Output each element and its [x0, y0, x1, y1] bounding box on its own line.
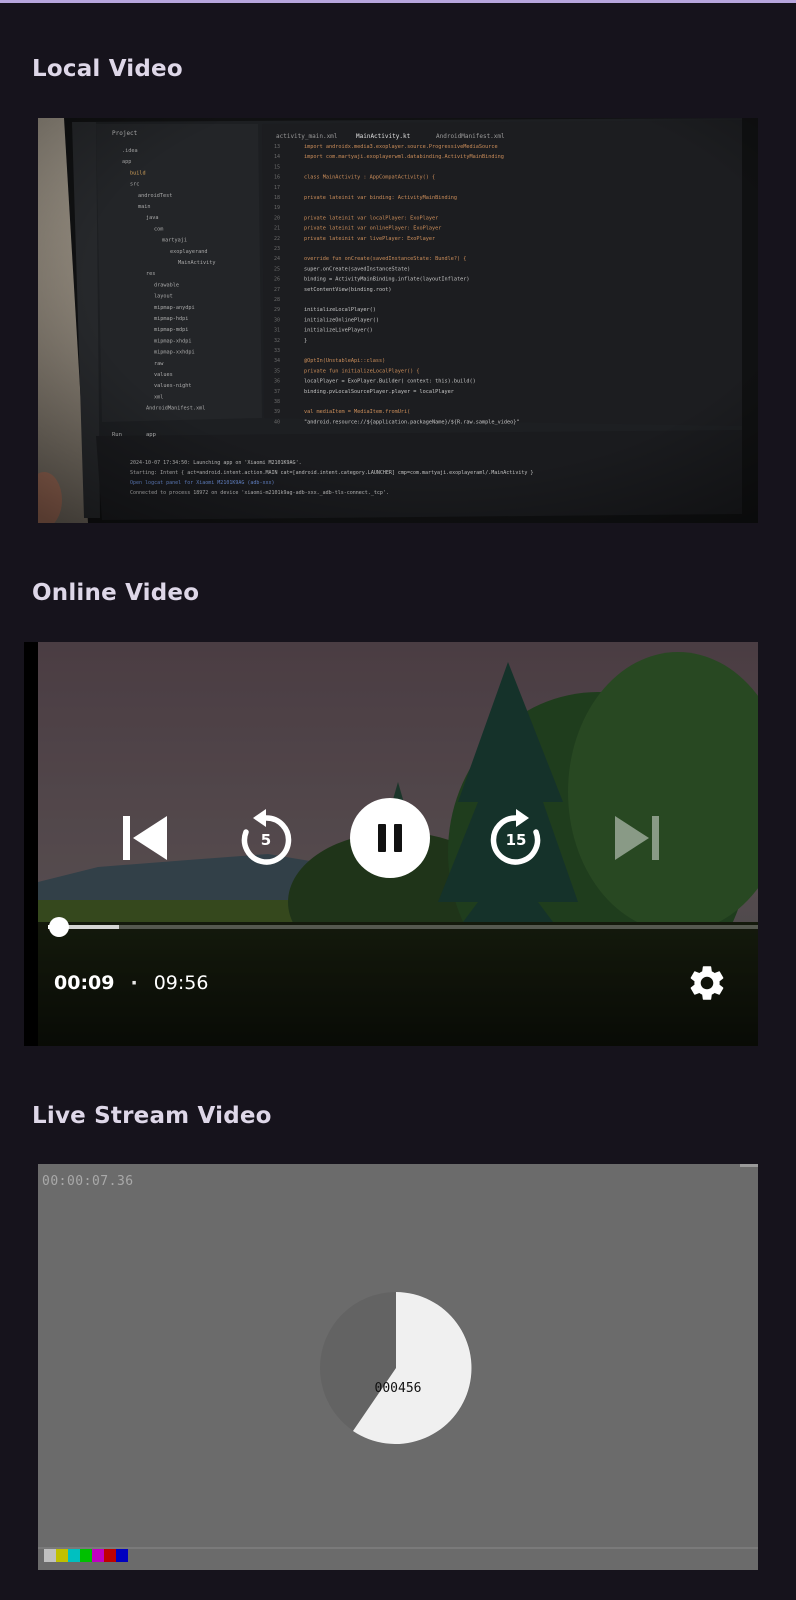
online-video-player[interactable]: 5 15 00:09 · 09:56 [38, 642, 758, 1046]
forward-15-button[interactable]: 15 [484, 806, 548, 870]
settings-button[interactable] [682, 958, 732, 1008]
color-bar-swatch [104, 1549, 116, 1562]
gear-icon [690, 966, 724, 1000]
test-pattern-clock [38, 1292, 758, 1549]
time-separator: · [130, 972, 138, 994]
color-bar-swatch [68, 1549, 80, 1562]
skip-next-icon [615, 816, 659, 860]
color-bar-swatch [80, 1549, 92, 1562]
live-video-title: Live Stream Video [32, 1103, 272, 1129]
seek-bar[interactable] [48, 917, 758, 937]
duration: 09:56 [153, 972, 209, 994]
play-pause-button[interactable] [350, 798, 430, 878]
skip-previous-icon [123, 816, 167, 860]
online-video-title: Online Video [32, 580, 200, 606]
rewind-5-button[interactable]: 5 [234, 806, 298, 870]
skip-next-button[interactable] [610, 810, 666, 866]
color-bar-strip [44, 1549, 128, 1562]
frame-counter: 000456 [374, 1381, 422, 1396]
color-bar-swatch [92, 1549, 104, 1562]
seek-bar-thumb[interactable] [48, 917, 69, 937]
skip-previous-button[interactable] [116, 810, 172, 866]
local-video-title: Local Video [32, 56, 183, 82]
color-bar-swatch [116, 1549, 128, 1562]
status-accent-line [0, 0, 796, 3]
time-row: 00:09 · 09:56 [54, 972, 208, 994]
color-bar-swatch [56, 1549, 68, 1562]
rewind-seconds-label: 5 [260, 831, 272, 849]
local-video-frame: Projectactivity_main.xmlMainActivity.ktA… [38, 118, 758, 523]
color-bar-swatch [44, 1549, 56, 1562]
current-position: 00:09 [54, 972, 115, 994]
live-video-player[interactable]: 00:00:07.36 000456 [38, 1164, 758, 1570]
local-video-player[interactable]: Projectactivity_main.xmlMainActivity.ktA… [38, 118, 758, 523]
pause-icon [378, 824, 402, 852]
forward-seconds-label: 15 [505, 831, 527, 849]
